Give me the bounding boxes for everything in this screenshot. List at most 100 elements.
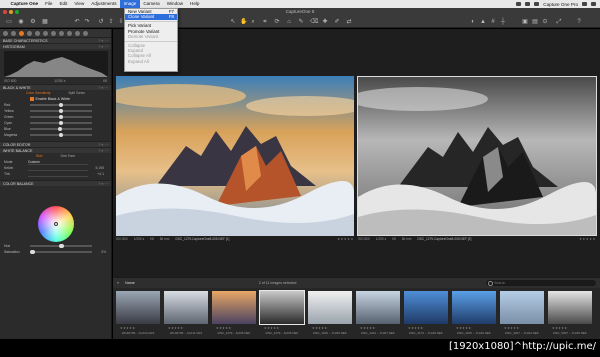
star-rating[interactable]: ★★★★★ xyxy=(120,326,135,330)
reset-icon[interactable]: ↺ xyxy=(98,19,104,25)
menu-file[interactable]: File xyxy=(42,0,56,8)
capture-tab-icon[interactable] xyxy=(11,30,16,36)
star-rating[interactable]: ★★★★★ xyxy=(216,326,231,330)
browser-icon[interactable]: ▤ xyxy=(532,19,538,25)
hue-slider[interactable] xyxy=(30,243,92,249)
menu-camera[interactable]: Camera xyxy=(140,0,163,8)
thumbnail[interactable]: ★★★★★ DSC_3927 -...8-024.NEF xyxy=(500,291,544,335)
fullscreen-icon[interactable]: ⤢ xyxy=(556,19,562,25)
battery-icon[interactable] xyxy=(525,2,531,6)
copy-icon[interactable]: ⇪ xyxy=(108,19,114,25)
guides-icon[interactable]: ┼ xyxy=(500,19,506,25)
picker-icon[interactable]: ✚ xyxy=(322,19,328,25)
proof-icon[interactable]: ◐ xyxy=(470,19,476,25)
tab-color-sensitivity[interactable]: Color Sensitivity xyxy=(26,90,50,96)
star-rating[interactable]: ★★★★★ xyxy=(312,326,327,330)
eraser-icon[interactable]: ⌫ xyxy=(310,19,318,25)
section-controls-icon[interactable]: ? ≡ ··· xyxy=(98,181,108,186)
star-rating[interactable]: ★★★★★ xyxy=(264,326,279,330)
star-rating[interactable]: ★★★★★ xyxy=(337,237,354,241)
checkbox-checked-icon[interactable] xyxy=(30,97,34,101)
slider-knob[interactable] xyxy=(58,114,64,120)
star-rating[interactable]: ★★★★★ xyxy=(579,237,596,241)
hand-tool-icon[interactable]: ✋ xyxy=(240,19,247,25)
color-balance-wheel[interactable] xyxy=(38,206,74,242)
redo-icon[interactable]: ↷ xyxy=(84,19,90,25)
menu-item-clone-variant[interactable]: Clone Variant F8 xyxy=(125,14,177,20)
filter-icon[interactable]: ≡ xyxy=(117,281,119,285)
menu-adjustments[interactable]: Adjustments xyxy=(88,0,120,8)
grid-icon[interactable]: ▦ xyxy=(42,19,48,25)
search-icon[interactable] xyxy=(582,2,587,6)
slider-track[interactable] xyxy=(30,126,92,132)
slider-track[interactable] xyxy=(30,108,92,114)
menu-view[interactable]: View xyxy=(71,0,88,8)
exposure-tab-icon[interactable] xyxy=(27,30,32,36)
mask-brush-icon[interactable]: ✎ xyxy=(298,19,304,25)
import-icon[interactable]: ▭ xyxy=(6,19,12,25)
thumbnail[interactable]: ★★★★★ DSC_1344 -...8-007.NEF xyxy=(356,291,400,335)
exposure-warning-icon[interactable]: ▲ xyxy=(480,19,486,25)
list-icon[interactable] xyxy=(591,2,596,6)
slider-knob[interactable] xyxy=(57,126,63,132)
section-controls-icon[interactable]: ? ≡ ··· xyxy=(98,148,108,153)
viewer-icon[interactable]: ▣ xyxy=(522,19,528,25)
keystone-tool-icon[interactable]: ⌂ xyxy=(286,19,292,25)
star-rating[interactable]: ★★★★★ xyxy=(456,326,471,330)
rotate-tool-icon[interactable]: ⟳ xyxy=(274,19,280,25)
tint-value[interactable]: +4.1 xyxy=(88,171,104,177)
local-adjustments-tab-icon[interactable] xyxy=(59,30,64,36)
thumbnail[interactable]: ★★★★★ DSC_5397 -...8-025.NEF xyxy=(548,291,592,335)
menu-window[interactable]: Window xyxy=(163,0,186,8)
thumbnail[interactable]: ★★★★★ DSC_3172 -...8-018.NEF xyxy=(404,291,448,335)
color-balance-header[interactable]: COLOR BALANCE ? ≡ ··· xyxy=(0,180,111,186)
section-controls-icon[interactable]: ? ≡ ··· xyxy=(98,44,108,49)
histogram-header[interactable]: HISTOGRAM ? ≡ ··· xyxy=(0,43,111,49)
star-rating[interactable]: ★★★★★ xyxy=(360,326,375,330)
thumbnail[interactable]: ★★★★★ 20140705-...AI-010.CR2 xyxy=(116,291,160,335)
annotate-icon[interactable]: ✐ xyxy=(334,19,340,25)
wifi-icon[interactable] xyxy=(516,2,522,6)
help-icon[interactable]: ? xyxy=(576,19,582,25)
slider-track[interactable] xyxy=(30,120,92,126)
thumbnail[interactable]: ★★★★★ DSC_1326 -...8-006.NEF xyxy=(308,291,352,335)
slider-knob[interactable] xyxy=(59,243,64,249)
slider-knob[interactable] xyxy=(30,249,35,255)
thumbnail[interactable]: ★★★★★ DSC_1279-...8-005.NEF xyxy=(259,290,305,335)
process-icon[interactable]: ⚙ xyxy=(30,19,36,25)
cursor-tool-icon[interactable]: ↖ xyxy=(230,19,236,25)
image-variant-bw[interactable] xyxy=(348,76,597,236)
library-tab-icon[interactable] xyxy=(3,30,8,36)
menu-edit[interactable]: Edit xyxy=(56,0,71,8)
lens-tab-icon[interactable] xyxy=(35,30,40,36)
menu-image[interactable]: Image xyxy=(120,0,140,8)
star-rating[interactable]: ★★★★★ xyxy=(552,326,567,330)
volume-icon[interactable] xyxy=(534,2,540,6)
section-controls-icon[interactable]: ? ≡ ··· xyxy=(98,85,108,90)
sort-select[interactable]: Name xyxy=(125,281,135,285)
section-controls-icon[interactable]: ? ≡ ··· xyxy=(98,142,108,147)
slider-track[interactable] xyxy=(30,102,92,108)
capture-icon[interactable]: ◉ xyxy=(18,19,24,25)
star-rating[interactable]: ★★★★★ xyxy=(168,326,183,330)
search-input[interactable]: Search xyxy=(486,280,596,286)
tab-split-tones[interactable]: Split Tones xyxy=(68,90,85,96)
slider-track[interactable] xyxy=(30,114,92,120)
color-tab-icon[interactable] xyxy=(19,30,24,36)
slider-knob[interactable] xyxy=(58,120,64,126)
crop-tool-icon[interactable]: ⌗ xyxy=(262,19,268,25)
slider-knob[interactable] xyxy=(58,132,64,138)
slider-knob[interactable] xyxy=(58,102,64,108)
image-variant-color[interactable] xyxy=(106,76,366,236)
section-controls-icon[interactable]: ? ≡ ··· xyxy=(98,38,108,43)
copy-apply-icon[interactable]: ⇄ xyxy=(346,19,352,25)
menu-help[interactable]: Help xyxy=(187,0,203,8)
thumbnail[interactable]: ★★★★★ 20140705-...AI-011.CR2 xyxy=(164,291,208,335)
slider-track[interactable] xyxy=(30,132,92,138)
loupe-icon[interactable]: ⊙ xyxy=(542,19,548,25)
tint-slider[interactable] xyxy=(28,171,88,177)
grid-overlay-icon[interactable]: # xyxy=(490,19,496,25)
saturation-slider[interactable] xyxy=(30,249,92,255)
metadata-tab-icon[interactable] xyxy=(75,30,80,36)
details-tab-icon[interactable] xyxy=(51,30,56,36)
